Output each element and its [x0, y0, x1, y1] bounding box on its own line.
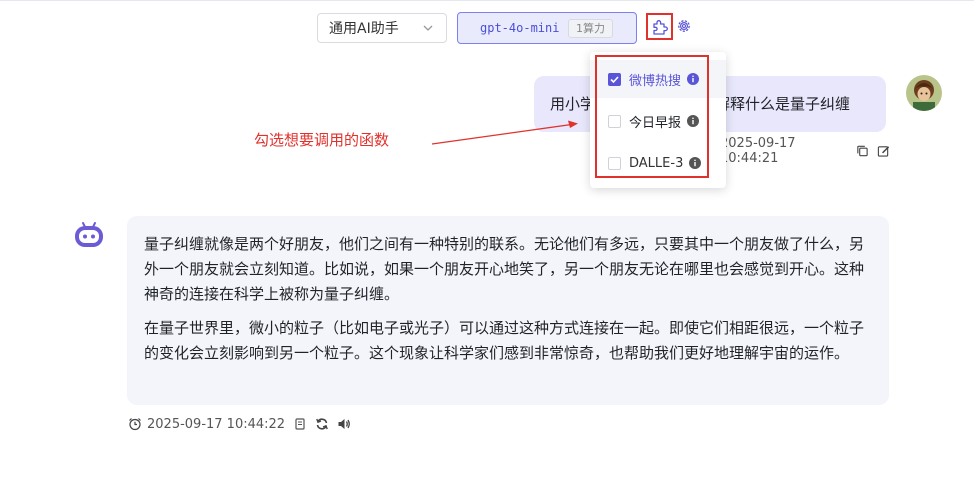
model-cost-badge: 1算力 [568, 19, 613, 38]
bot-message-paragraph: 量子纠缠就像是两个好朋友，他们之间有一种特别的联系。无论他们有多远，只要其中一个… [144, 235, 865, 303]
gear-icon[interactable] [676, 18, 692, 34]
copy-icon[interactable] [293, 417, 307, 431]
edit-icon[interactable] [877, 144, 890, 158]
model-selector[interactable]: gpt-4o-mini 1算力 [457, 12, 637, 44]
annotation-label: 勾选想要调用的函数 [254, 131, 390, 149]
top-divider [0, 0, 974, 1]
bot-message-bubble: 量子纠缠就像是两个好朋友，他们之间有一种特别的联系。无论他们有多远，只要其中一个… [127, 216, 889, 405]
puzzle-icon [652, 19, 668, 35]
bot-avatar [73, 218, 105, 250]
chevron-down-icon [423, 25, 433, 31]
bot-message-meta: 2025-09-17 10:44:22 [128, 414, 351, 434]
speaker-icon[interactable] [337, 417, 351, 431]
bot-message-paragraph: 在量子世界里，微小的粒子（比如电子或光子）可以通过这种方式连接在一起。即使它们相… [144, 319, 865, 362]
regenerate-icon[interactable] [315, 417, 329, 431]
avatar [906, 75, 942, 111]
copy-icon[interactable] [856, 144, 869, 158]
annotation-arrow [431, 120, 578, 145]
annotation-highlight-box [595, 55, 709, 178]
bot-message-timestamp: 2025-09-17 10:44:22 [147, 416, 286, 432]
alarm-clock-icon [129, 418, 141, 431]
user-message-meta: 2025-09-17 10:44:21 [700, 136, 890, 166]
model-name: gpt-4o-mini [480, 21, 560, 35]
user-message-timestamp: 2025-09-17 10:44:21 [720, 136, 796, 166]
assistant-select-value: 通用AI助手 [329, 21, 399, 37]
assistant-select[interactable]: 通用AI助手 [317, 13, 447, 43]
plugin-button[interactable] [646, 13, 673, 40]
